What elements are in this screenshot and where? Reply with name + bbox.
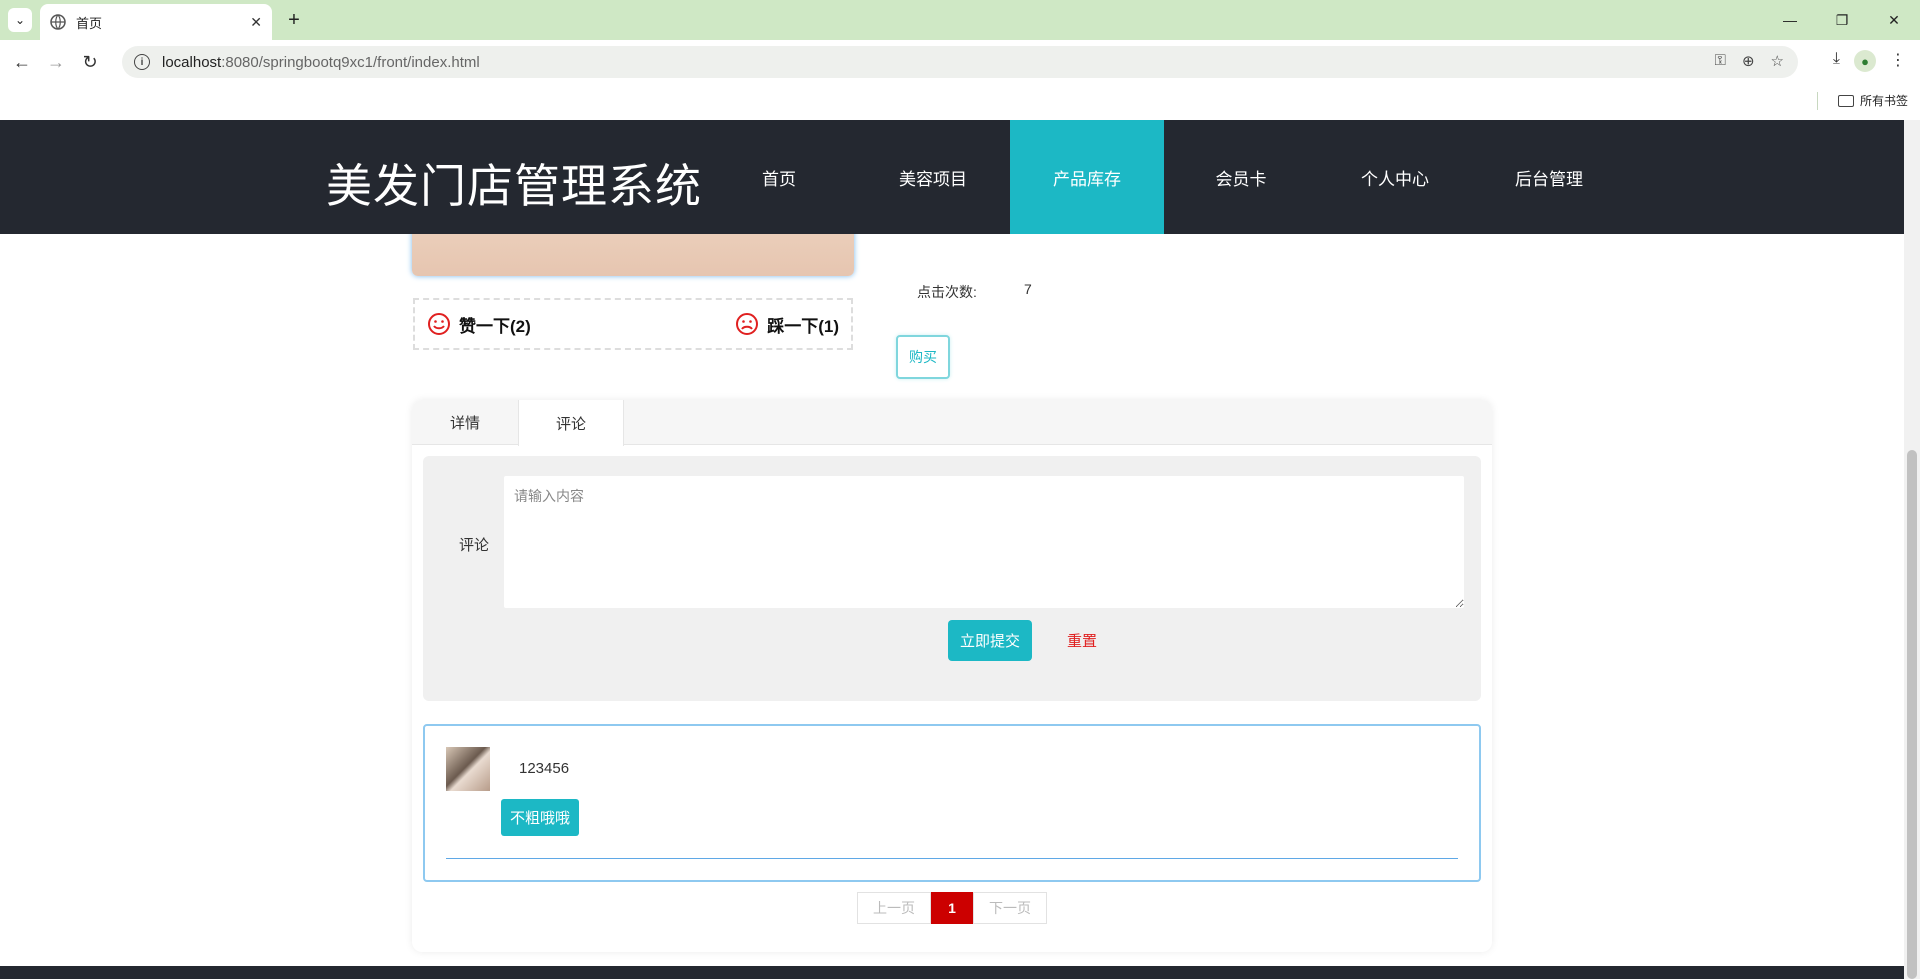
menu-kebab-icon[interactable]: ⋮ xyxy=(1890,50,1906,72)
address-bar[interactable]: i localhost:8080/springbootq9xc1/front/i… xyxy=(122,46,1798,78)
nav-item-products[interactable]: 产品库存 xyxy=(1010,120,1164,234)
close-window-icon[interactable]: ✕ xyxy=(1868,0,1920,40)
all-bookmarks[interactable]: 所有书签 xyxy=(1837,92,1908,109)
site-nav: 首页 美容项目 产品库存 会员卡 个人中心 后台管理 xyxy=(702,120,1626,234)
site-logo: 美发门店管理系统 xyxy=(326,160,702,212)
avatar xyxy=(446,747,490,791)
submit-button[interactable]: 立即提交 xyxy=(948,620,1032,661)
forward-arrow-icon[interactable]: → xyxy=(44,50,68,74)
browser-tab-bar: ⌄ 首页 ✕ + — ❐ ✕ xyxy=(0,0,1920,40)
scrollbar-thumb[interactable] xyxy=(1907,450,1917,979)
browser-tab[interactable]: 首页 ✕ xyxy=(40,4,272,40)
tab-title: 首页 xyxy=(76,15,103,31)
nav-item-home[interactable]: 首页 xyxy=(702,120,856,234)
vote-box: 赞一下(2) 踩一下(1) xyxy=(413,298,853,350)
pagination: 上一页 1 下一页 xyxy=(857,892,1047,924)
tab-search-chevron-icon[interactable]: ⌄ xyxy=(8,8,32,32)
prev-page-button[interactable]: 上一页 xyxy=(857,892,931,924)
tab-panel: 详情 评论 评论 立即提交 重置 123456 不粗哦哦 上一页 1 下一页 xyxy=(412,400,1492,952)
password-key-icon[interactable]: ⚿ xyxy=(1715,52,1726,70)
new-tab-icon[interactable]: + xyxy=(282,8,306,32)
window-controls: — ❐ ✕ xyxy=(1764,0,1920,40)
site-info-icon[interactable]: i xyxy=(134,54,150,70)
nav-item-profile[interactable]: 个人中心 xyxy=(1318,120,1472,234)
nav-item-membership[interactable]: 会员卡 xyxy=(1164,120,1318,234)
nav-item-admin[interactable]: 后台管理 xyxy=(1472,120,1626,234)
restore-icon[interactable]: ❐ xyxy=(1816,0,1868,40)
folder-icon xyxy=(1837,94,1854,107)
page-viewport: 赞一下(2) 踩一下(1) 点击次数: 7 购买 详情 评论 评论 立即提交 重… xyxy=(0,120,1904,979)
comment-form: 评论 立即提交 重置 xyxy=(423,456,1481,701)
site-header: 美发门店管理系统 首页 美容项目 产品库存 会员卡 个人中心 后台管理 xyxy=(0,120,1904,234)
comment-list-item: 123456 不粗哦哦 xyxy=(423,724,1481,882)
close-tab-icon[interactable]: ✕ xyxy=(250,14,262,31)
tab-detail[interactable]: 详情 xyxy=(412,400,518,445)
profile-avatar-icon[interactable]: ● xyxy=(1854,50,1876,72)
dislike-button[interactable]: 踩一下(1) xyxy=(735,312,839,337)
all-bookmarks-label: 所有书签 xyxy=(1859,94,1908,108)
smile-face-icon xyxy=(428,313,450,335)
dislike-label: 踩一下(1) xyxy=(767,316,839,336)
toolbar-right: ⤓ ● ⋮ xyxy=(1833,50,1920,72)
bookmarks-separator xyxy=(1817,92,1818,110)
bookmarks-bar: 所有书签 xyxy=(0,84,1920,120)
footer xyxy=(0,966,1904,979)
like-label: 赞一下(2) xyxy=(459,316,531,336)
tab-header: 详情 评论 xyxy=(412,400,1492,446)
click-count-value: 7 xyxy=(1024,281,1032,297)
like-button[interactable]: 赞一下(2) xyxy=(427,312,531,337)
divider xyxy=(446,858,1458,859)
url-path: :8080/springbootq9xc1/front/index.html xyxy=(221,53,480,71)
comment-label: 评论 xyxy=(459,537,490,554)
comment-input[interactable] xyxy=(504,476,1464,608)
url-host: localhost xyxy=(162,53,222,71)
buy-button[interactable]: 购买 xyxy=(896,335,950,379)
tab-comment[interactable]: 评论 xyxy=(518,400,624,446)
reload-icon[interactable]: ↻ xyxy=(78,50,102,74)
download-icon[interactable]: ⤓ xyxy=(1833,50,1840,72)
nav-item-beauty[interactable]: 美容项目 xyxy=(856,120,1010,234)
zoom-icon[interactable]: ⊕ xyxy=(1742,52,1755,70)
page-scrollbar[interactable] xyxy=(1904,120,1920,979)
globe-icon xyxy=(50,14,66,30)
comment-user: 123456 xyxy=(519,760,570,777)
current-page-button[interactable]: 1 xyxy=(931,892,973,924)
comment-text: 不粗哦哦 xyxy=(501,799,580,836)
back-arrow-icon[interactable]: ← xyxy=(10,50,34,74)
minimize-icon[interactable]: — xyxy=(1764,0,1816,40)
bookmark-star-icon[interactable]: ☆ xyxy=(1771,52,1784,70)
reset-button[interactable]: 重置 xyxy=(1057,620,1107,661)
click-count-label: 点击次数: xyxy=(917,284,977,300)
address-bar-icons: ⚿ ⊕ ☆ xyxy=(1715,52,1784,70)
sad-face-icon xyxy=(736,313,759,335)
browser-toolbar: ← → ↻ i localhost:8080/springbootq9xc1/f… xyxy=(0,40,1920,84)
next-page-button[interactable]: 下一页 xyxy=(973,892,1047,924)
